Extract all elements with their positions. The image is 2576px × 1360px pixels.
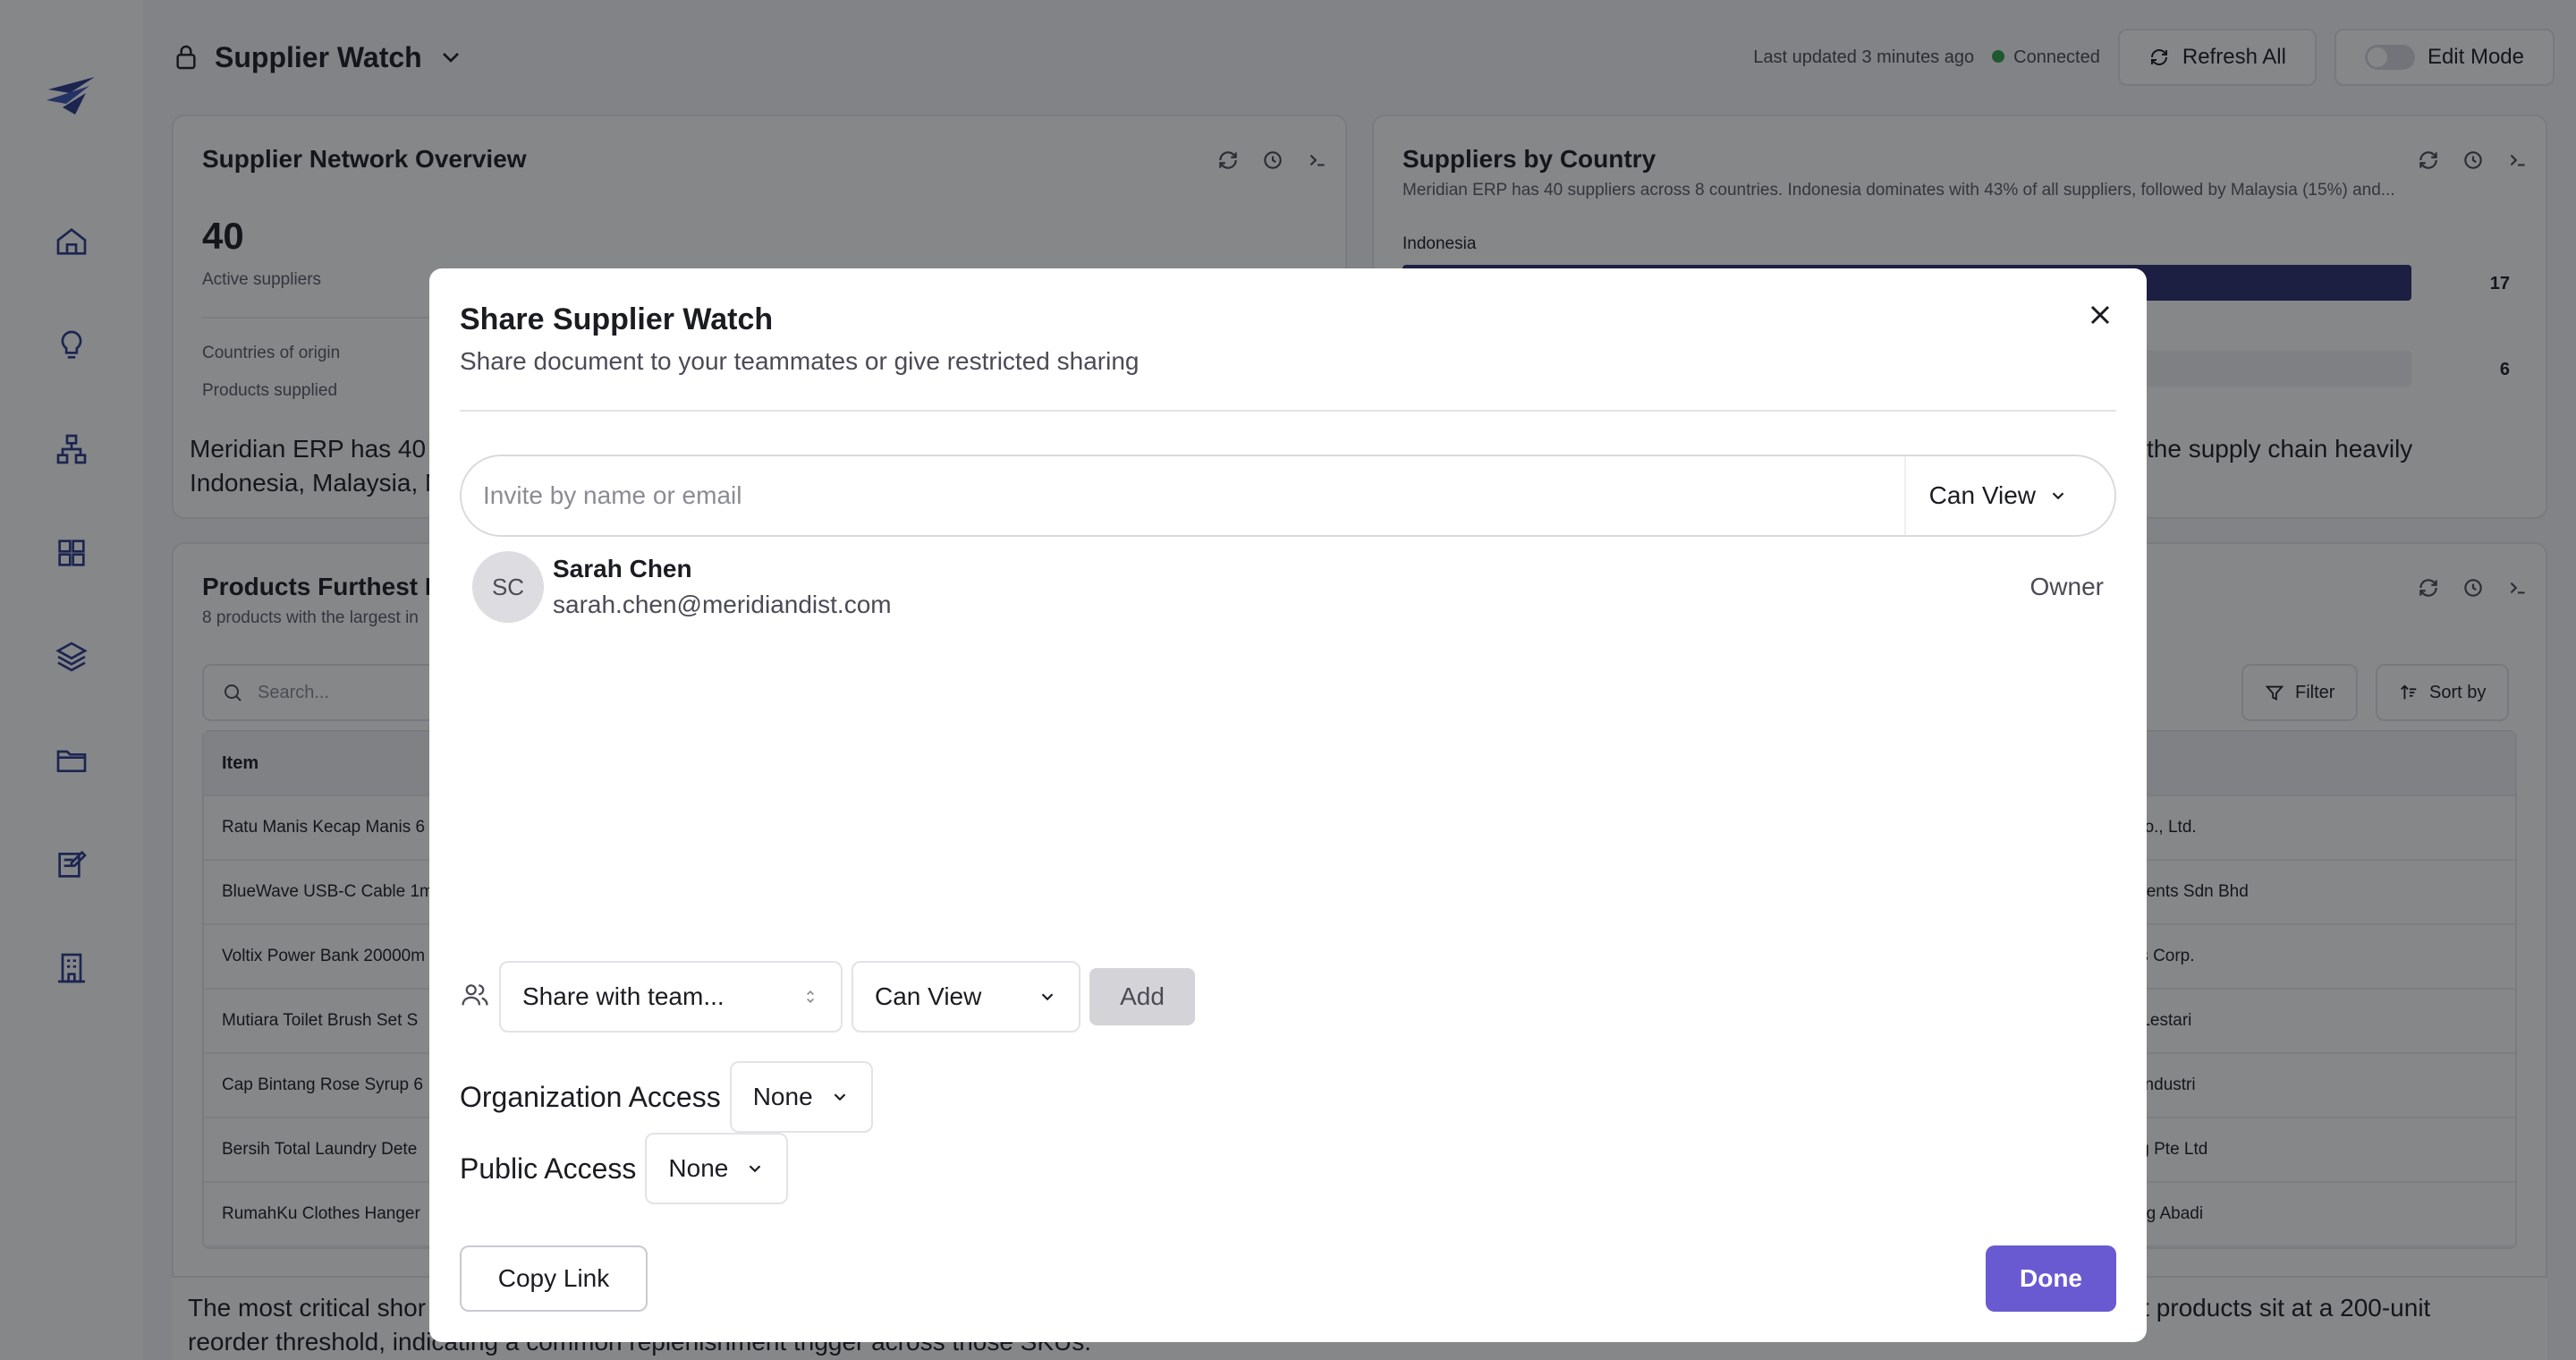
organization-access-row: Organization Access None xyxy=(460,1061,873,1133)
public-access-dropdown[interactable]: None xyxy=(645,1133,789,1204)
add-button[interactable]: Add xyxy=(1089,968,1195,1025)
invite-input[interactable] xyxy=(462,481,1904,510)
chevron-down-icon xyxy=(750,1165,761,1173)
done-button[interactable]: Done xyxy=(1986,1245,2116,1312)
dialog-subtitle: Share document to your teammates or give… xyxy=(460,347,1140,375)
share-dialog: Share Supplier Watch Share document to y… xyxy=(429,268,2147,1342)
team-select[interactable]: Share with team... xyxy=(499,961,843,1033)
team-permission-dropdown[interactable]: Can View xyxy=(852,961,1080,1033)
public-access-label: Public Access xyxy=(460,1152,637,1185)
organization-access-value: None xyxy=(752,1083,813,1110)
chevron-down-icon xyxy=(1041,993,1054,1001)
chevron-down-icon xyxy=(2052,492,2064,500)
organization-access-label: Organization Access xyxy=(460,1080,721,1113)
team-permission-value: Can View xyxy=(875,982,982,1010)
invite-permission-dropdown[interactable]: Can View xyxy=(1903,456,2114,535)
public-access-row: Public Access None xyxy=(460,1133,789,1204)
team-icon xyxy=(460,980,490,1015)
select-arrows-icon xyxy=(807,990,814,1004)
invite-field: Can View xyxy=(460,455,2116,537)
member-row: SC Sarah Chen sarah.chen@meridiandist.co… xyxy=(472,551,2104,625)
member-name: Sarah Chen xyxy=(553,555,692,582)
member-role: Owner xyxy=(2029,573,2104,600)
member-email: sarah.chen@meridiandist.com xyxy=(553,591,892,618)
team-share-row: Share with team... Can View Add xyxy=(460,961,1195,1033)
invite-permission-value: Can View xyxy=(1928,481,2036,509)
close-icon[interactable] xyxy=(2084,299,2116,331)
organization-access-dropdown[interactable]: None xyxy=(729,1061,873,1133)
public-access-value: None xyxy=(668,1154,729,1182)
dialog-title: Share Supplier Watch xyxy=(460,302,774,336)
avatar: SC xyxy=(472,551,544,623)
divider xyxy=(460,410,2116,412)
copy-link-button[interactable]: Copy Link xyxy=(460,1245,648,1312)
team-select-value: Share with team... xyxy=(522,982,724,1010)
chevron-down-icon xyxy=(834,1093,845,1101)
